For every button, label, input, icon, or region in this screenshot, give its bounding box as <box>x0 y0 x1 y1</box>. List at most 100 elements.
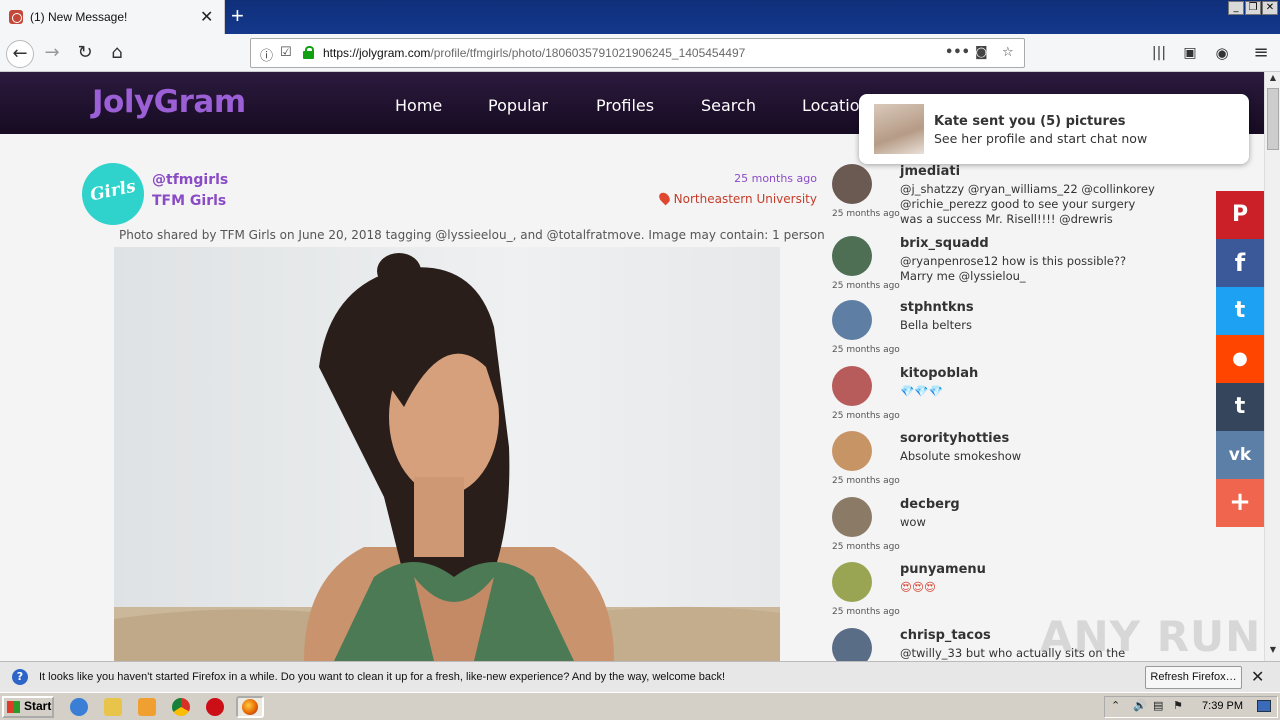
url-bar[interactable]: ⓘ ☑ https://jolygram.com/profile/tfmgirl… <box>250 38 1025 68</box>
commenter-avatar[interactable] <box>832 366 872 406</box>
profile-avatar[interactable]: Girls <box>82 163 144 225</box>
library-icon[interactable]: ||| <box>1145 40 1173 68</box>
comment-username[interactable]: sororityhotties <box>900 431 1009 446</box>
comment-time: 25 months ago <box>832 476 900 486</box>
comment-time: 25 months ago <box>832 345 900 355</box>
comment-username[interactable]: punyamenu <box>900 562 986 577</box>
new-tab-button[interactable]: + <box>231 3 244 29</box>
system-tray: ⌃ 🔊 ▤ ⚑ 7:39 PM <box>1104 696 1278 718</box>
post-photo[interactable] <box>114 247 780 661</box>
post-location[interactable]: Northeastern University <box>656 190 817 206</box>
share-tumblr-button[interactable]: t <box>1216 383 1264 431</box>
start-button[interactable]: Start <box>2 696 54 718</box>
firefox-taskbar-button[interactable] <box>236 696 264 718</box>
scrollbar-thumb[interactable] <box>1267 88 1279 150</box>
site-logo[interactable]: JolyGram <box>92 84 246 120</box>
scroll-down-icon[interactable]: ▼ <box>1266 645 1280 659</box>
notification-title: Kate sent you (5) pictures <box>934 114 1126 129</box>
comment-username[interactable]: stphntkns <box>900 300 974 315</box>
comment-item: stphntkns Bella belters 25 months ago <box>832 300 1212 366</box>
comment-time: 25 months ago <box>832 542 900 552</box>
url-text[interactable]: https://jolygram.com/profile/tfmgirls/ph… <box>323 46 745 60</box>
comment-time: 25 months ago <box>832 209 900 219</box>
tumblr-icon: t <box>1234 394 1246 419</box>
share-reddit-button[interactable]: ● <box>1216 335 1264 383</box>
comment-text: wow <box>900 515 926 529</box>
opera-icon[interactable] <box>206 698 224 716</box>
home-icon[interactable]: ⌂ <box>103 40 131 68</box>
account-icon[interactable]: ◉ <box>1208 40 1236 68</box>
share-facebook-button[interactable]: f <box>1216 239 1264 287</box>
more-icon: + <box>1229 487 1251 517</box>
sidebar-icon[interactable]: ▣ <box>1176 40 1204 68</box>
comment-username[interactable]: brix_squadd <box>900 236 989 251</box>
ie-icon[interactable] <box>70 698 88 716</box>
close-window-icon[interactable]: ✕ <box>1262 1 1278 15</box>
avatar-logo-text: Girls <box>88 176 138 206</box>
comment-username[interactable]: decberg <box>900 497 960 512</box>
profile-handle[interactable]: @tfmgirls <box>152 172 228 188</box>
chat-notification-popup[interactable]: Kate sent you (5) pictures See her profi… <box>859 94 1249 164</box>
nav-home[interactable]: Home <box>395 96 442 115</box>
permissions-icon[interactable]: ☑ <box>280 45 292 60</box>
comment-text: @ryanpenrose12 how is this possible?? Ma… <box>900 254 1127 283</box>
profile-name[interactable]: TFM Girls <box>152 193 226 209</box>
scroll-up-icon[interactable]: ▲ <box>1266 73 1280 87</box>
bookmark-star-icon[interactable]: ☆ <box>1002 45 1014 60</box>
share-pinterest-button[interactable]: P <box>1216 191 1264 239</box>
browser-toolbar: ← → ↻ ⌂ ⓘ ☑ https://jolygram.com/profile… <box>0 34 1280 72</box>
commenter-avatar[interactable] <box>832 236 872 276</box>
nav-profiles[interactable]: Profiles <box>596 96 654 115</box>
location-pin-icon <box>656 190 672 206</box>
commenter-avatar[interactable] <box>832 300 872 340</box>
page-scrollbar[interactable]: ▲ ▼ <box>1264 72 1280 661</box>
info-icon[interactable]: ⓘ <box>260 45 273 64</box>
comment-text: @j_shatzzy @ryan_williams_22 @collinkore… <box>900 182 1155 226</box>
comment-username[interactable]: jmediati <box>900 164 960 179</box>
vk-icon: vk <box>1228 445 1252 465</box>
network-icon[interactable]: ▤ <box>1153 699 1163 712</box>
pocket-icon[interactable]: ◙ <box>975 45 988 60</box>
show-desktop-icon[interactable] <box>1257 700 1271 712</box>
reload-icon[interactable]: ↻ <box>71 40 99 68</box>
share-twitter-button[interactable]: t <box>1216 287 1264 335</box>
menu-hamburger-icon[interactable]: ≡ <box>1247 40 1275 68</box>
post-timestamp: 25 months ago <box>734 172 817 185</box>
volume-icon[interactable]: 🔊 <box>1133 699 1147 712</box>
close-notification-icon[interactable]: ✕ <box>1251 667 1264 686</box>
minimize-window-icon[interactable]: _ <box>1228 1 1244 15</box>
photo-illustration <box>114 253 780 661</box>
windows-taskbar: Start ⌃ 🔊 ▤ ⚑ 7:39 PM <box>0 692 1280 720</box>
site-favicon-icon <box>9 10 23 24</box>
taskbar-clock[interactable]: 7:39 PM <box>1202 700 1243 712</box>
commenter-avatar[interactable] <box>832 628 872 661</box>
commenter-avatar[interactable] <box>832 164 872 204</box>
action-center-flag-icon[interactable]: ⚑ <box>1173 699 1183 712</box>
share-vk-button[interactable]: vk <box>1216 431 1264 479</box>
comment-username[interactable]: chrisp_tacos <box>900 628 991 643</box>
forward-arrow-icon[interactable]: → <box>38 40 66 68</box>
browser-tab[interactable]: (1) New Message! ✕ <box>0 0 225 34</box>
refresh-firefox-button[interactable]: Refresh Firefox… <box>1145 666 1242 689</box>
reddit-icon: ● <box>1232 348 1248 369</box>
chrome-icon[interactable] <box>172 698 190 716</box>
nav-popular[interactable]: Popular <box>488 96 548 115</box>
commenter-avatar[interactable] <box>832 497 872 537</box>
folder-icon[interactable] <box>104 698 122 716</box>
page-actions-icon[interactable]: ••• <box>945 45 970 60</box>
location-label: Northeastern University <box>673 192 817 206</box>
commenter-avatar[interactable] <box>832 562 872 602</box>
photo-caption: Photo shared by TFM Girls on June 20, 20… <box>119 228 825 242</box>
tab-title: (1) New Message! <box>30 10 128 24</box>
share-more-button[interactable]: + <box>1216 479 1264 527</box>
comment-item: kitopoblah 💎💎💎 25 months ago <box>832 366 1212 432</box>
restore-window-icon[interactable]: ❐ <box>1245 1 1261 15</box>
back-arrow-icon[interactable]: ← <box>6 40 34 68</box>
comment-username[interactable]: kitopoblah <box>900 366 978 381</box>
comment-text: Absolute smokeshow <box>900 449 1022 463</box>
tray-expand-icon[interactable]: ⌃ <box>1111 699 1120 712</box>
commenter-avatar[interactable] <box>832 431 872 471</box>
nav-search[interactable]: Search <box>701 96 756 115</box>
media-player-icon[interactable] <box>138 698 156 716</box>
tab-close-icon[interactable]: ✕ <box>200 7 213 26</box>
